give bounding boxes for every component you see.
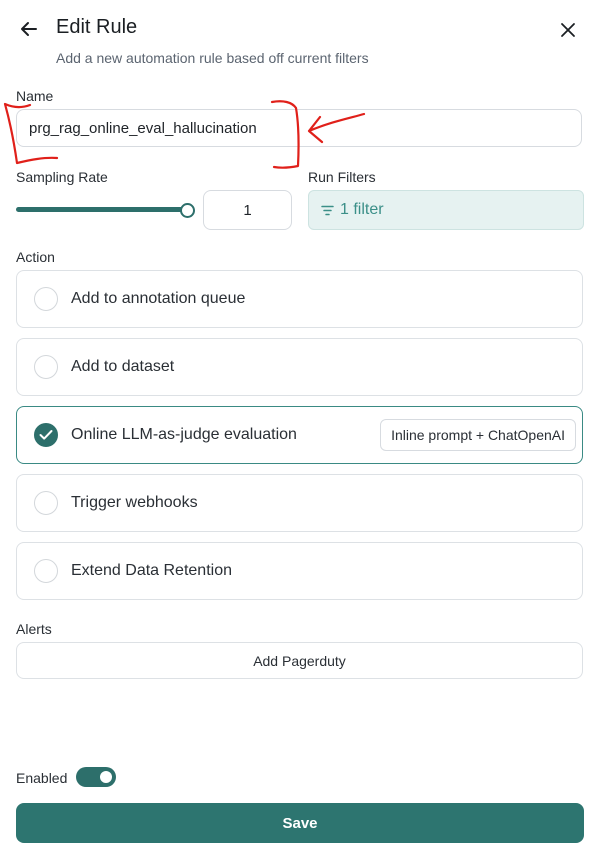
page-title: Edit Rule [56, 16, 138, 38]
radio-webhooks[interactable] [34, 491, 58, 515]
close-icon [561, 23, 575, 37]
action-option-llm-judge[interactable]: Online LLM-as-judge evaluation Inline pr… [16, 406, 583, 464]
action-option-label: Add to dataset [71, 358, 175, 375]
sampling-rate-label: Sampling Rate [16, 169, 108, 185]
evaluator-config-button[interactable]: Inline prompt + ChatOpenAI [380, 419, 576, 451]
name-input-value: prg_rag_online_eval_hallucination [29, 119, 257, 137]
toggle-knob [100, 771, 112, 783]
name-label: Name [16, 88, 54, 104]
sampling-rate-slider-thumb[interactable] [180, 203, 195, 218]
page-subtitle: Add a new automation rule based off curr… [56, 50, 369, 66]
action-option-label: Extend Data Retention [71, 562, 232, 579]
check-icon [39, 430, 53, 440]
arrow-left-icon [21, 22, 37, 36]
radio-dataset[interactable] [34, 355, 58, 379]
action-option-dataset[interactable]: Add to dataset [16, 338, 583, 396]
run-filters-button[interactable]: 1 filter [308, 190, 584, 230]
action-option-label: Add to annotation queue [71, 290, 246, 307]
run-filters-button-label: 1 filter [340, 201, 384, 218]
action-option-annotation-queue[interactable]: Add to annotation queue [16, 270, 583, 328]
action-option-webhooks[interactable]: Trigger webhooks [16, 474, 583, 532]
sampling-rate-slider-track[interactable] [16, 207, 188, 212]
action-option-label: Trigger webhooks [71, 494, 198, 511]
action-label: Action [16, 249, 55, 265]
sampling-rate-input[interactable]: 1 [203, 190, 292, 230]
run-filters-label: Run Filters [308, 169, 376, 185]
enabled-toggle[interactable] [76, 767, 116, 787]
alerts-label: Alerts [16, 621, 52, 637]
action-option-label: Online LLM-as-judge evaluation [71, 426, 297, 443]
radio-llm-judge[interactable] [34, 423, 58, 447]
filter-icon [321, 205, 334, 215]
enabled-label: Enabled [16, 770, 68, 786]
add-pagerduty-button[interactable]: Add Pagerduty [16, 642, 583, 679]
back-button[interactable] [14, 14, 44, 44]
action-option-data-retention[interactable]: Extend Data Retention [16, 542, 583, 600]
name-input[interactable]: prg_rag_online_eval_hallucination [16, 109, 582, 147]
radio-data-retention[interactable] [34, 559, 58, 583]
close-button[interactable] [554, 16, 582, 44]
radio-annotation-queue[interactable] [34, 287, 58, 311]
save-button[interactable]: Save [16, 803, 584, 843]
